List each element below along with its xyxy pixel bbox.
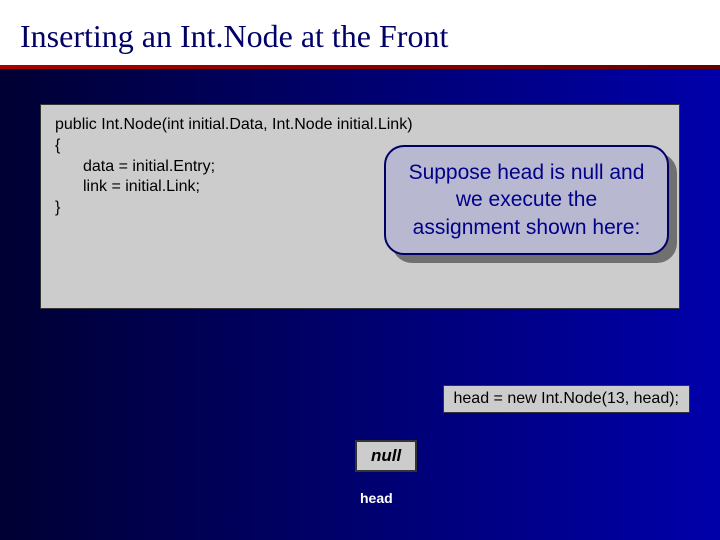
assignment-statement: head = new Int.Node(13, head); [443, 385, 691, 413]
title-area: Inserting an Int.Node at the Front [0, 0, 720, 65]
null-box: null [355, 440, 417, 472]
content-area: public Int.Node(int initial.Data, Int.No… [0, 69, 720, 309]
slide-title: Inserting an Int.Node at the Front [20, 18, 700, 55]
head-label: head [360, 490, 393, 506]
code-line-1: public Int.Node(int initial.Data, Int.No… [55, 115, 665, 136]
code-box: public Int.Node(int initial.Data, Int.No… [40, 104, 680, 309]
callout-wrap: Suppose head is null and we execute the … [384, 145, 669, 255]
callout-bubble: Suppose head is null and we execute the … [384, 145, 669, 255]
